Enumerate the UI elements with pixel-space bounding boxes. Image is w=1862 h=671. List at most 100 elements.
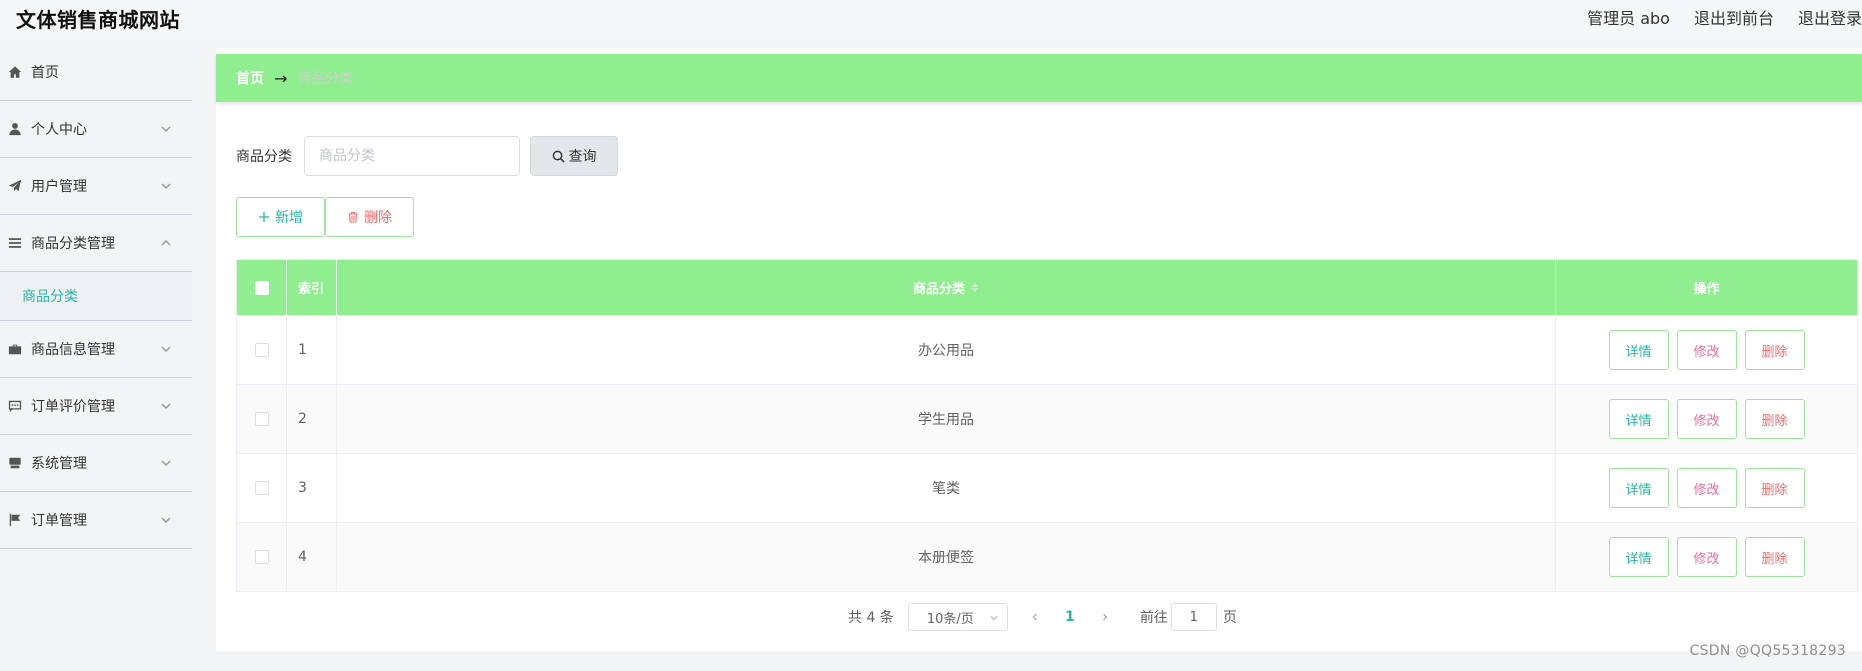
edit-button[interactable]: 修改 xyxy=(1676,468,1737,508)
sidebar-item-label: 系统管理 xyxy=(31,456,87,472)
sidebar-item-label: 商品信息管理 xyxy=(31,342,115,358)
search-label: 商品分类 xyxy=(236,149,292,165)
detail-button[interactable]: 详情 xyxy=(1608,468,1669,508)
row-checkbox[interactable] xyxy=(254,550,269,564)
row-actions: 详情 修改 删除 xyxy=(1556,454,1857,522)
category-search-input[interactable] xyxy=(304,136,520,176)
delete-button[interactable]: 删除 xyxy=(1744,399,1805,439)
row-category-name: 笔类 xyxy=(337,454,1556,522)
watermark: CSDN @QQ55318293 xyxy=(1689,643,1846,659)
site-title: 文体销售商城网站 xyxy=(16,8,180,32)
user-icon xyxy=(8,122,22,136)
sidebar-subitem-category[interactable]: 商品分类 xyxy=(0,272,192,321)
row-category-name: 学生用品 xyxy=(337,385,1556,453)
home-icon xyxy=(8,65,22,79)
row-actions: 详情 修改 删除 xyxy=(1556,385,1857,453)
table-row: 3 笔类 详情 修改 删除 xyxy=(237,453,1857,522)
sidebar-item-system-management[interactable]: 系统管理 xyxy=(0,435,192,492)
sidebar-item-label: 用户管理 xyxy=(31,179,87,195)
delete-button[interactable]: 删除 xyxy=(1744,468,1805,508)
chevron-left-icon xyxy=(1032,613,1037,621)
chevron-down-icon xyxy=(160,457,172,469)
sidebar-item-personal-center[interactable]: 个人中心 xyxy=(0,101,192,158)
edit-button[interactable]: 修改 xyxy=(1676,537,1737,577)
sidebar: 首页 个人中心 用户管理 商品分类管理 商品分类 商品信息管理 订单评价管理 系… xyxy=(0,44,192,671)
chevron-down-icon xyxy=(160,514,172,526)
column-header-index: 索引 xyxy=(287,260,337,315)
sidebar-item-label: 订单评价管理 xyxy=(31,399,115,415)
sidebar-item-product-management[interactable]: 商品信息管理 xyxy=(0,321,192,378)
admin-user-label: 管理员 abo xyxy=(1587,9,1670,28)
edit-button[interactable]: 修改 xyxy=(1676,330,1737,370)
sidebar-item-category-management[interactable]: 商品分类管理 xyxy=(0,215,192,272)
briefcase-icon xyxy=(8,342,22,356)
action-toolbar: 新增 删除 xyxy=(236,197,414,237)
table-row: 2 学生用品 详情 修改 删除 xyxy=(237,384,1857,453)
row-category-name: 办公用品 xyxy=(337,316,1556,384)
plus-icon xyxy=(258,211,270,223)
row-checkbox[interactable] xyxy=(254,481,269,495)
detail-button[interactable]: 详情 xyxy=(1608,399,1669,439)
server-icon xyxy=(8,456,22,470)
sidebar-item-order-management[interactable]: 订单管理 xyxy=(0,492,192,549)
chevron-down-icon xyxy=(160,343,172,355)
prev-page-button[interactable] xyxy=(1020,603,1050,631)
goto-page-input[interactable] xyxy=(1170,603,1217,631)
column-header-operations: 操作 xyxy=(1693,282,1720,297)
row-actions: 详情 修改 删除 xyxy=(1556,523,1857,591)
list-icon xyxy=(8,236,22,250)
header-checkbox-cell xyxy=(237,260,287,315)
sidebar-item-home[interactable]: 首页 xyxy=(0,44,192,101)
detail-button[interactable]: 详情 xyxy=(1608,537,1669,577)
chevron-down-icon xyxy=(160,180,172,192)
sidebar-item-user-management[interactable]: 用户管理 xyxy=(0,158,192,215)
row-checkbox[interactable] xyxy=(254,343,269,357)
sidebar-item-label: 个人中心 xyxy=(31,122,87,138)
sidebar-item-label: 首页 xyxy=(31,65,59,81)
breadcrumb-home-link[interactable]: 首页 xyxy=(236,68,264,88)
column-header-category-label: 商品分类 xyxy=(912,282,965,297)
chevron-down-icon xyxy=(160,123,172,135)
delete-button[interactable]: 删除 xyxy=(1744,537,1805,577)
table-row: 1 办公用品 详情 修改 删除 xyxy=(237,315,1857,384)
sidebar-item-label: 商品分类管理 xyxy=(31,236,115,252)
row-index: 4 xyxy=(287,523,337,591)
row-actions: 详情 修改 删除 xyxy=(1556,316,1857,384)
batch-delete-button[interactable]: 删除 xyxy=(325,197,414,237)
column-header-category[interactable]: 商品分类 xyxy=(337,260,1556,315)
back-to-frontend-link[interactable]: 退出到前台 xyxy=(1694,5,1774,29)
add-button[interactable]: 新增 xyxy=(236,197,325,237)
top-header: 文体销售商城网站 管理员 abo 退出到前台 退出登录 xyxy=(0,0,1862,40)
search-icon xyxy=(552,150,565,163)
sidebar-item-order-review[interactable]: 订单评价管理 xyxy=(0,378,192,435)
sidebar-subitem-label: 商品分类 xyxy=(22,289,78,305)
flag-icon xyxy=(8,513,22,527)
header-actions: 管理员 abo 退出到前台 退出登录 xyxy=(1587,5,1862,29)
breadcrumb-current: 商品分类 xyxy=(297,71,354,87)
next-page-button[interactable] xyxy=(1090,603,1120,631)
query-button[interactable]: 查询 xyxy=(530,136,618,176)
query-button-label: 查询 xyxy=(568,149,597,165)
chat-icon xyxy=(8,399,22,413)
sidebar-item-label: 订单管理 xyxy=(31,513,87,529)
row-checkbox[interactable] xyxy=(254,412,269,426)
pagination: 共 4 条 10条/页 1 前往 页 xyxy=(848,603,1237,631)
paper-plane-icon xyxy=(8,179,22,193)
logout-link[interactable]: 退出登录 xyxy=(1798,5,1862,29)
add-button-label: 新增 xyxy=(275,210,303,226)
row-index: 1 xyxy=(287,316,337,384)
delete-button[interactable]: 删除 xyxy=(1744,330,1805,370)
edit-button[interactable]: 修改 xyxy=(1676,399,1737,439)
select-all-checkbox[interactable] xyxy=(254,280,269,295)
page-number-1[interactable]: 1 xyxy=(1050,603,1090,631)
row-index: 2 xyxy=(287,385,337,453)
sort-icon[interactable] xyxy=(971,283,979,292)
chevron-down-icon xyxy=(160,400,172,412)
goto-page: 前往 页 xyxy=(1140,603,1237,631)
category-table: 索引 商品分类 操作 1 办公用品 详情 修改 删除 2 学生用品 详情 修改 xyxy=(236,259,1858,592)
search-bar: 商品分类 查询 xyxy=(236,136,618,176)
page-size-select[interactable]: 10条/页 xyxy=(907,603,1008,631)
detail-button[interactable]: 详情 xyxy=(1608,330,1669,370)
row-category-name: 本册便签 xyxy=(337,523,1556,591)
chevron-up-icon xyxy=(160,237,172,249)
